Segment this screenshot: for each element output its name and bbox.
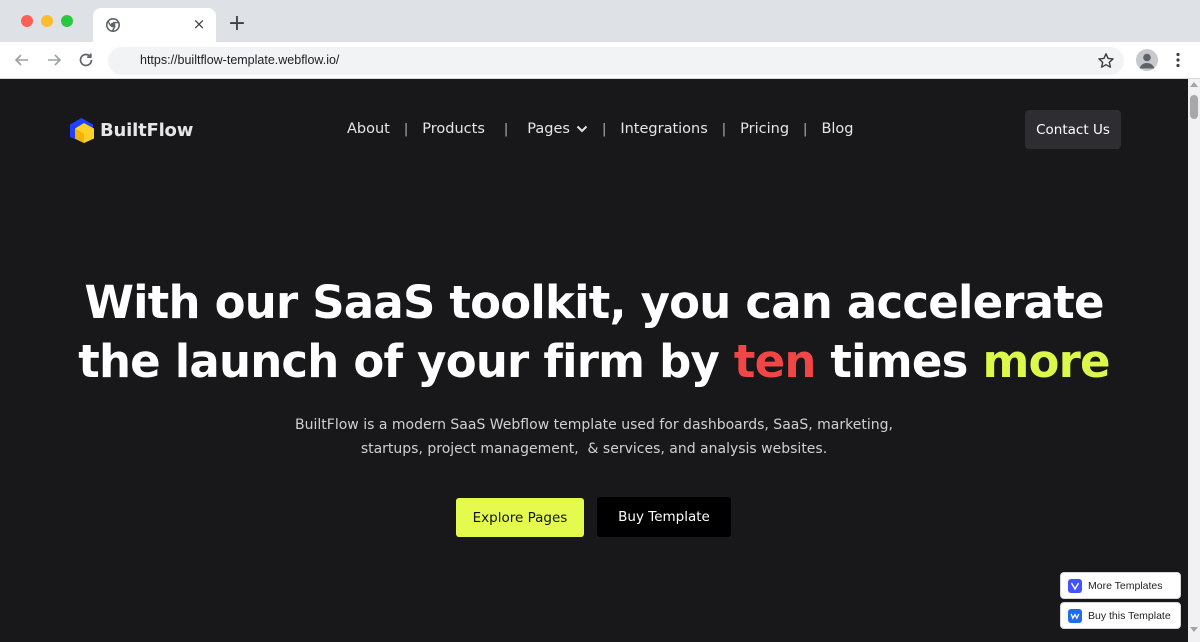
new-tab-button[interactable]: + — [227, 12, 247, 36]
more-templates-label: More Templates — [1088, 579, 1163, 592]
nav-link-integrations[interactable]: Integrations — [620, 121, 707, 137]
browser-tab[interactable]: × — [93, 8, 216, 42]
explore-pages-button[interactable]: Explore Pages — [456, 498, 584, 537]
forward-arrow-icon[interactable] — [43, 49, 65, 71]
chrome-favicon-icon — [106, 18, 120, 32]
builtflow-logo-icon — [70, 118, 94, 143]
contact-us-button[interactable]: Contact Us — [1025, 110, 1121, 149]
nav-link-blog[interactable]: Blog — [821, 121, 853, 137]
profile-avatar-icon[interactable] — [1136, 49, 1158, 71]
headline-line-1: With our SaaS toolkit, you can accelerat… — [84, 276, 1104, 329]
nav-separator: | — [503, 121, 509, 137]
nav-link-pages[interactable]: Pages — [527, 121, 570, 137]
address-bar[interactable]: https://builtflow-template.webflow.io/ — [108, 47, 1124, 75]
nav-separator: | — [721, 121, 727, 137]
nav-dropdown-pages[interactable]: Pages — [527, 121, 588, 137]
browser-menu-icon[interactable] — [1168, 50, 1188, 70]
subtitle-line-2: startups, project management, & services… — [360, 441, 828, 457]
scroll-down-arrow-icon[interactable] — [1190, 627, 1198, 632]
chevron-down-icon — [576, 125, 588, 133]
window-minimize-button[interactable] — [41, 15, 53, 27]
headline-highlight-more: more — [982, 335, 1110, 388]
nav-link-pricing[interactable]: Pricing — [740, 121, 789, 137]
subtitle-line-1: BuiltFlow is a modern SaaS Webflow templ… — [295, 417, 893, 433]
back-arrow-icon[interactable] — [11, 49, 33, 71]
scroll-up-arrow-icon[interactable] — [1190, 82, 1198, 87]
browser-toolbar: https://builtflow-template.webflow.io/ — [0, 42, 1200, 79]
reload-icon[interactable] — [75, 49, 97, 71]
buy-this-template-label: Buy this Template — [1088, 609, 1171, 622]
url-text: https://builtflow-template.webflow.io/ — [140, 53, 340, 67]
nav-separator: | — [403, 121, 409, 137]
nav-separator: | — [803, 121, 808, 137]
nav-link-about[interactable]: About — [347, 121, 390, 137]
page-scrollbar[interactable] — [1188, 79, 1200, 642]
more-templates-badge[interactable]: More Templates — [1060, 572, 1181, 599]
bookmark-star-icon[interactable] — [1096, 51, 1116, 71]
headline-line-2-mid: times — [815, 335, 983, 388]
browser-tab-bar: × + — [0, 0, 1200, 42]
headline-highlight-ten: ten — [733, 335, 816, 388]
hero-subtitle: BuiltFlow is a modern SaaS Webflow templ… — [290, 413, 898, 461]
headline-line-2-start: the launch of your firm by — [78, 335, 734, 388]
hero-headline: With our SaaS toolkit, you can accelerat… — [60, 273, 1128, 391]
nav-separator: | — [601, 121, 607, 137]
window-close-button[interactable] — [21, 15, 33, 27]
tab-close-icon[interactable]: × — [191, 15, 207, 33]
main-nav: About | Products | Pages | Integrations … — [347, 118, 854, 140]
webflow-templates-icon — [1068, 578, 1082, 593]
site-logo[interactable]: BuiltFlow — [68, 117, 193, 143]
nav-link-products[interactable]: Products — [422, 121, 485, 137]
page-viewport: BuiltFlow About | Products | Pages | Int… — [0, 79, 1188, 642]
buy-template-button[interactable]: Buy Template — [597, 497, 731, 537]
window-maximize-button[interactable] — [61, 15, 73, 27]
webflow-logo-icon — [1068, 608, 1082, 623]
buy-this-template-badge[interactable]: Buy this Template — [1060, 602, 1181, 629]
scroll-thumb[interactable] — [1190, 95, 1198, 119]
logo-text: BuiltFlow — [100, 119, 194, 141]
